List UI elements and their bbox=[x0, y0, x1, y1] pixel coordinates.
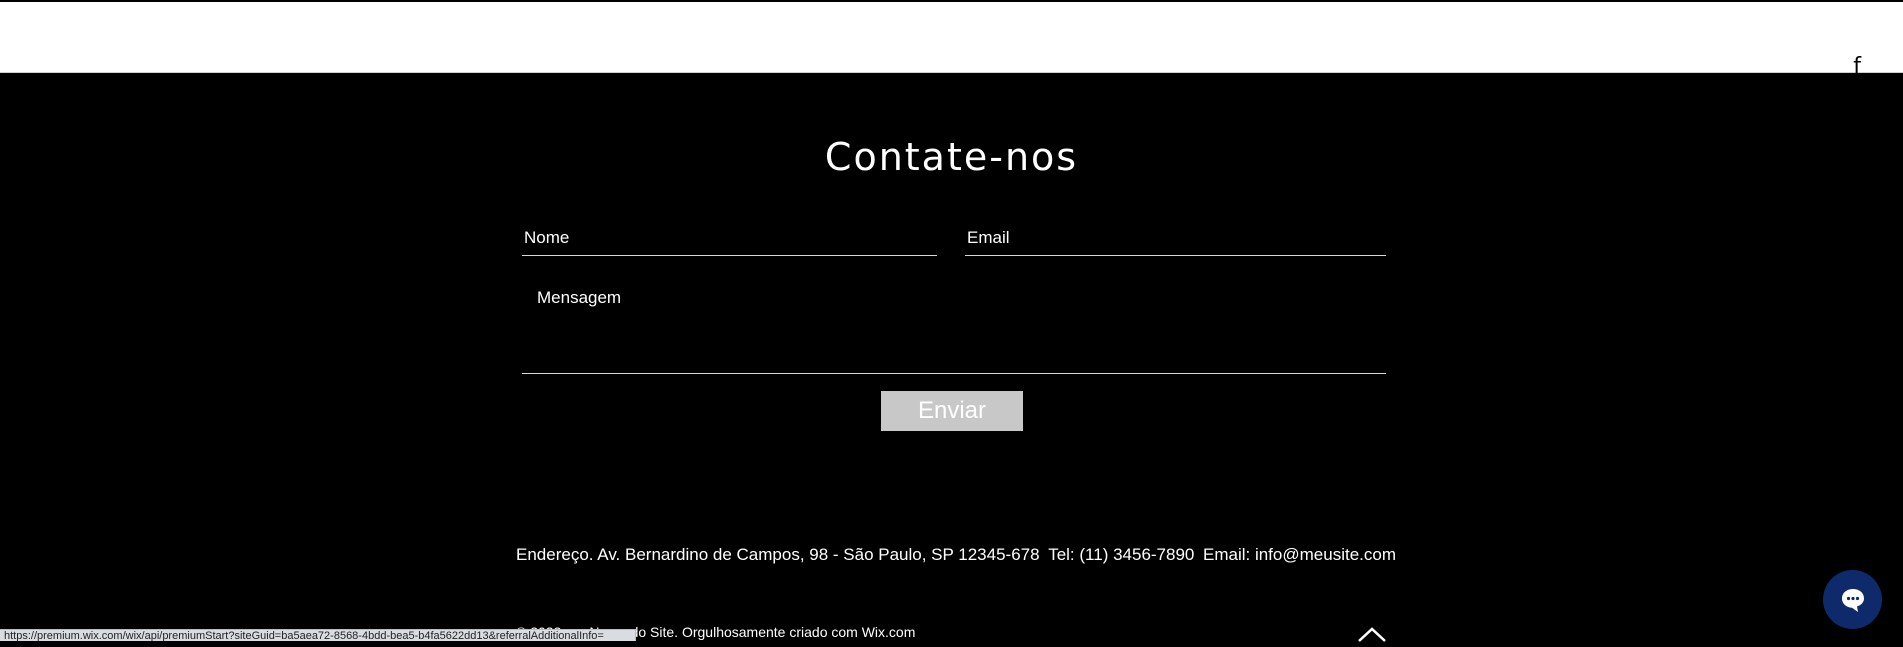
name-input[interactable] bbox=[522, 221, 937, 256]
section-title: Contate-nos bbox=[824, 135, 1079, 179]
send-button[interactable]: Enviar bbox=[881, 391, 1023, 431]
chat-bubble-icon bbox=[1838, 585, 1868, 615]
header-bar: f bbox=[0, 0, 1903, 78]
message-textarea[interactable] bbox=[522, 273, 1386, 374]
status-bar-url: https://premium.wix.com/wix/api/premiumS… bbox=[0, 629, 636, 641]
email-input[interactable] bbox=[965, 221, 1386, 256]
chat-button[interactable] bbox=[1823, 570, 1882, 629]
contact-section: Contate-nos Enviar Endereço. Av. Bernard… bbox=[0, 73, 1903, 640]
address-text: Endereço. Av. Bernardino de Campos, 98 -… bbox=[516, 545, 1040, 564]
email-text: Email: info@meusite.com bbox=[1203, 545, 1396, 564]
chevron-up-icon[interactable] bbox=[1357, 626, 1387, 642]
contact-info: Endereço. Av. Bernardino de Campos, 98 -… bbox=[516, 545, 1396, 565]
phone-text: Tel: (11) 3456-7890 bbox=[1048, 545, 1195, 564]
